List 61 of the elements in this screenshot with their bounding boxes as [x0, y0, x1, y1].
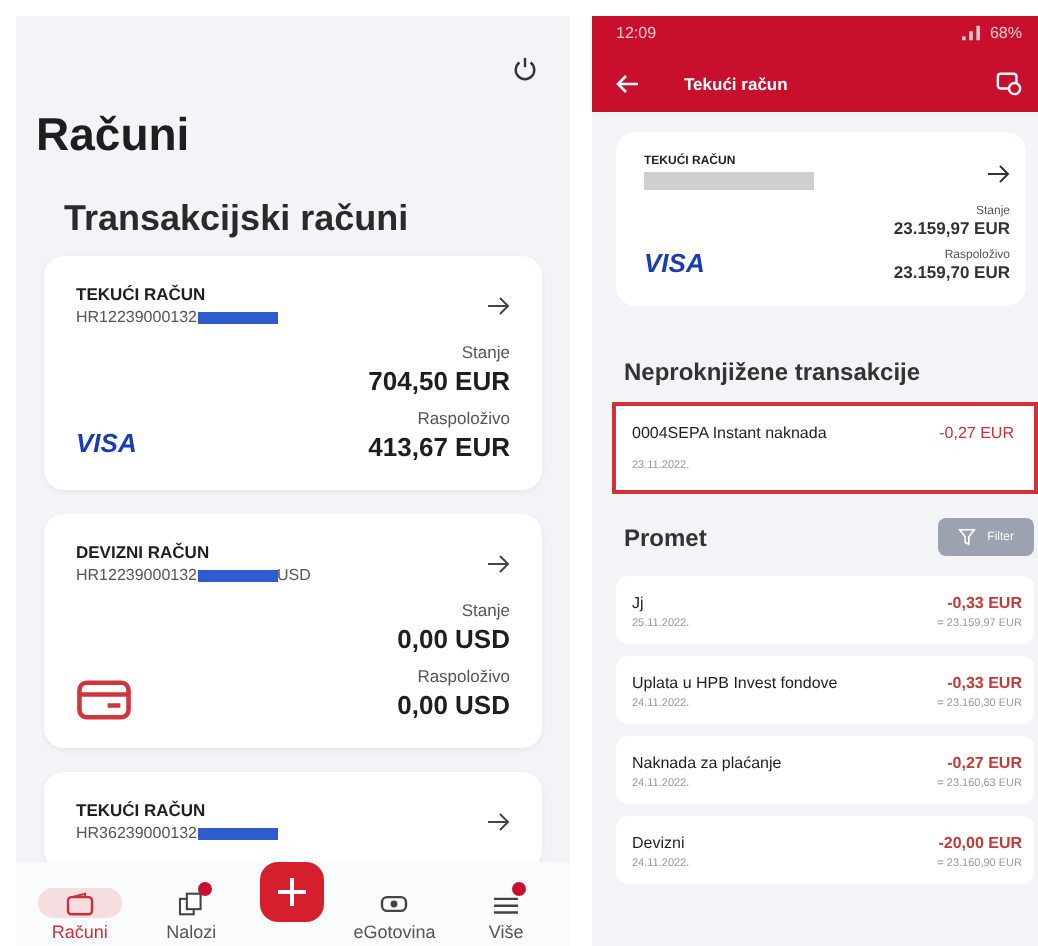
- section-title: Neproknjižene transakcije: [624, 358, 923, 386]
- arrow-right-icon[interactable]: [486, 295, 510, 315]
- transaction-amount: -0,33 EUR: [947, 674, 1022, 692]
- available-amount: 0,00 USD: [397, 690, 510, 720]
- redaction-bar: [197, 569, 277, 581]
- balance-label: Stanje: [461, 342, 510, 362]
- nav-tab[interactable]: Nalozi: [149, 888, 234, 942]
- balance-amount: 23.159,97 EUR: [893, 218, 1010, 238]
- cash-icon: [380, 891, 409, 915]
- transaction-description: 0004SEPA Instant naknada: [632, 424, 827, 442]
- settings-icon[interactable]: [996, 70, 1022, 96]
- transaction-amount: -20,00 EUR: [938, 834, 1022, 852]
- account-type: DEVIZNI RAČUN: [76, 542, 212, 562]
- account-currency: USD: [277, 566, 311, 584]
- balance-amount: 704,50 EUR: [368, 366, 510, 396]
- available-label: Raspoloživo: [417, 666, 510, 686]
- page-title: Računi: [36, 108, 192, 162]
- transaction-amount: -0,27 EUR: [939, 424, 1014, 442]
- card-icon: [76, 680, 132, 720]
- transaction-description: Devizni: [632, 834, 685, 852]
- nav-tab[interactable]: eGotovina: [352, 888, 437, 942]
- section-title: Transakcijski računi: [64, 198, 411, 240]
- signal-icon: [959, 24, 982, 42]
- transaction-description: Naknada za plaćanje: [632, 754, 782, 772]
- balance-amount: 0,00 USD: [397, 624, 510, 654]
- filter-icon: [957, 528, 976, 546]
- account-card[interactable]: DEVIZNI RAČUN HR12239000132 USD Stanje 0,00 USD Raspoloživo 0,00 USD: [44, 514, 542, 748]
- account-card[interactable]: TEKUĆI RAČUN HR12239000132 VISA Stanje 704,50 EUR Raspoloživo 413,67 EUR: [44, 256, 542, 490]
- plus-icon: [276, 876, 309, 908]
- arrow-right-icon[interactable]: [486, 811, 510, 831]
- nav-tab[interactable]: Više: [464, 888, 549, 942]
- transaction-description: Uplata u HPB Invest fondove: [632, 674, 838, 692]
- account-number: HR12239000132: [76, 308, 197, 326]
- transaction-amount: -0,33 EUR: [947, 594, 1022, 612]
- available-amount: 413,67 EUR: [368, 432, 510, 462]
- account-number: HR12239000132: [76, 566, 197, 584]
- account-type: TEKUĆI RAČUN: [76, 284, 208, 304]
- notification-badge: [197, 882, 212, 896]
- section-title: Promet: [624, 523, 707, 551]
- wallet-icon: [65, 891, 94, 915]
- available-label: Raspoloživo: [417, 408, 510, 428]
- visa-logo: VISA: [644, 248, 705, 278]
- battery-level: 68%: [989, 24, 1022, 42]
- balance-label: Stanje: [461, 600, 510, 620]
- power-icon[interactable]: [512, 56, 538, 82]
- redaction-bar: [197, 827, 277, 839]
- account-type: TEKUĆI RAČUN: [76, 800, 208, 820]
- add-button[interactable]: [260, 862, 325, 922]
- transaction-description: Jj: [632, 594, 644, 612]
- screen-title: Tekući račun: [684, 73, 788, 93]
- back-arrow-icon[interactable]: [616, 73, 640, 93]
- available-amount: 23.159,70 EUR: [893, 262, 1010, 282]
- account-number: HR36239000132: [76, 824, 197, 842]
- visa-logo: VISA: [76, 428, 137, 458]
- status-time: 12:09: [616, 24, 657, 42]
- notification-badge: [512, 882, 527, 896]
- redaction-bar: [197, 311, 277, 323]
- transaction-amount: -0,27 EUR: [947, 754, 1022, 772]
- documents-icon: [177, 891, 206, 915]
- arrow-right-icon[interactable]: [486, 553, 510, 573]
- arrow-right-icon[interactable]: [986, 163, 1010, 183]
